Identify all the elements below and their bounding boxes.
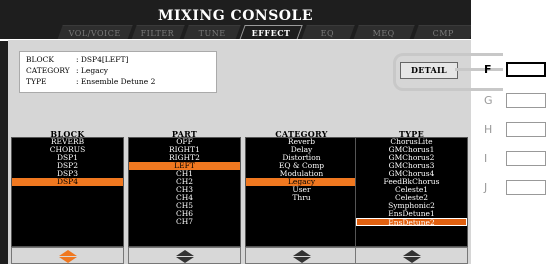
arrow-down-icon[interactable] [402, 257, 421, 263]
list-item-selected[interactable]: EnsDetune2 [356, 218, 467, 227]
info-label: TYPE [26, 77, 47, 86]
list-item-selected[interactable]: DSP4 [12, 178, 123, 186]
fkey-label-h: H [484, 123, 493, 136]
arrow-up-icon[interactable] [58, 250, 77, 256]
part-list[interactable]: OFF RIGHT1 RIGHT2 LEFT CH1 CH2 CH3 CH4 C… [128, 137, 241, 247]
part-scroll-control[interactable] [128, 247, 241, 264]
f-button[interactable] [506, 62, 546, 77]
type-scroll-control[interactable] [355, 247, 468, 264]
info-label: CATEGORY [26, 66, 70, 75]
list-item[interactable]: Thru [246, 194, 357, 202]
fkey-label-g: G [484, 94, 493, 107]
tab-vol-voice[interactable]: VOL/VOICE [57, 25, 133, 40]
list-item[interactable]: CH7 [129, 218, 240, 226]
info-value: : Ensemble Detune 2 [76, 77, 156, 86]
info-row-type: TYPE : Ensemble Detune 2 [26, 76, 210, 87]
list-item[interactable]: EnsDetune1 [356, 210, 467, 218]
tab-cmp[interactable]: CMP [413, 25, 471, 40]
arrow-up-icon[interactable] [292, 250, 311, 256]
tab-effect[interactable]: EFFECT [239, 25, 303, 40]
block-list[interactable]: REVERB CHORUS DSP1 DSP2 DSP3 DSP4 [11, 137, 124, 247]
fkey-label-f: F [484, 63, 492, 76]
category-scroll-control[interactable] [245, 247, 358, 264]
arrow-up-icon[interactable] [175, 250, 194, 256]
j-button[interactable] [506, 180, 546, 195]
fkey-label-i: I [484, 152, 488, 165]
info-label: BLOCK [26, 55, 54, 64]
g-button[interactable] [506, 93, 546, 108]
info-value: : Legacy [76, 66, 109, 75]
block-scroll-control[interactable] [11, 247, 124, 264]
arrow-up-icon[interactable] [402, 250, 421, 256]
info-row-block: BLOCK : DSP4[LEFT] [26, 54, 210, 65]
tab-filter[interactable]: FILTER [131, 25, 185, 40]
fkey-label-j: J [484, 181, 488, 194]
h-button[interactable] [506, 122, 546, 137]
type-list[interactable]: ChorusLite GMChorus1 GMChorus2 GMChorus3… [355, 137, 468, 247]
arrow-down-icon[interactable] [58, 257, 77, 263]
i-button[interactable] [506, 151, 546, 166]
page-title: MIXING CONSOLE [157, 8, 314, 24]
arrow-down-icon[interactable] [292, 257, 311, 263]
arrow-down-icon[interactable] [175, 257, 194, 263]
tab-tune[interactable]: TUNE [183, 25, 241, 40]
mixing-console-screen: MIXING CONSOLE VOL/VOICE FILTER TUNE EFF… [0, 0, 471, 264]
tab-eq[interactable]: EQ [301, 25, 355, 40]
tab-meq[interactable]: MEQ [353, 25, 415, 40]
info-box: BLOCK : DSP4[LEFT] CATEGORY : Legacy TYP… [19, 51, 217, 93]
callout-line [455, 68, 503, 71]
info-row-category: CATEGORY : Legacy [26, 65, 210, 76]
category-list[interactable]: Reverb Delay Distortion EQ & Comp Modula… [245, 137, 358, 247]
info-value: : DSP4[LEFT] [76, 55, 129, 64]
